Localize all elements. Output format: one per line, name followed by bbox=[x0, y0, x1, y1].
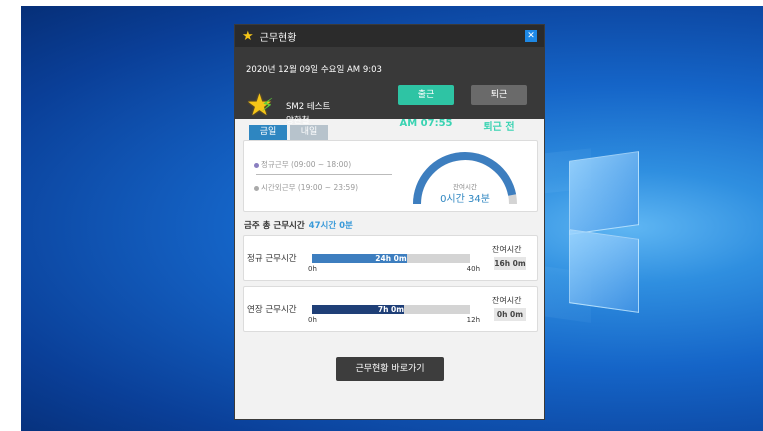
check-in-button[interactable]: 출근 bbox=[398, 85, 454, 105]
bar-label: 연장 근무시간 bbox=[247, 305, 297, 315]
divider bbox=[256, 174, 392, 175]
windows-logo bbox=[569, 151, 639, 313]
overtime-hours-card: 연장 근무시간 7h 0m 0h 12h 잔여시간 0h 0m bbox=[243, 286, 538, 332]
go-to-work-status-button[interactable]: 근무현황 바로가기 bbox=[336, 357, 444, 381]
star-icon: ★ bbox=[242, 28, 254, 44]
close-button[interactable]: ✕ bbox=[525, 30, 537, 42]
regular-hours-card: 정규 근무시간 24h 0m 0h 40h 잔여시간 16h 0m bbox=[243, 235, 538, 281]
progress-value: 24h 0m bbox=[375, 254, 407, 263]
overtime-schedule-text: 시간외근무 (19:00 ~ 23:59) bbox=[261, 183, 359, 192]
close-icon: ✕ bbox=[527, 31, 535, 41]
tick-min: 0h bbox=[308, 316, 317, 324]
company-name: SM2 테스트 bbox=[286, 102, 331, 112]
tab-today[interactable]: 금일 bbox=[249, 125, 287, 140]
bar-label: 정규 근무시간 bbox=[247, 254, 297, 264]
tick-max: 40h bbox=[466, 265, 480, 273]
regular-schedule-text: 정규근무 (09:00 ~ 18:00) bbox=[261, 160, 352, 169]
progress-track: 24h 0m bbox=[312, 254, 470, 263]
dot-icon bbox=[254, 185, 259, 191]
day-tabs: 금일 내일 bbox=[249, 125, 331, 140]
week-total: 금주 총 근무시간 47시간 0분 bbox=[244, 219, 353, 231]
tick-max: 12h bbox=[466, 316, 480, 324]
current-datetime: 2020년 12월 09일 수요일 AM 9:03 bbox=[246, 65, 382, 75]
bolt-icon: ⚡ bbox=[261, 95, 274, 116]
progress-track: 7h 0m bbox=[312, 305, 470, 314]
overtime-schedule: 시간외근무 (19:00 ~ 23:59) bbox=[254, 182, 358, 193]
progress-value: 7h 0m bbox=[377, 305, 405, 314]
remaining-value: 0시간 34분 bbox=[440, 194, 490, 205]
remaining-badge: 0h 0m bbox=[494, 308, 526, 321]
week-total-value: 47시간 0분 bbox=[308, 221, 353, 231]
content-area: 금일 내일 정규근무 (09:00 ~ 18:00) 시간외근무 (19:00 … bbox=[235, 119, 544, 419]
dot-icon bbox=[254, 162, 259, 168]
tick-min: 0h bbox=[308, 265, 317, 273]
regular-schedule: 정규근무 (09:00 ~ 18:00) bbox=[254, 159, 351, 170]
week-total-label: 금주 총 근무시간 bbox=[244, 221, 305, 231]
window-title: 근무현황 bbox=[259, 32, 297, 44]
remaining-badge: 16h 0m bbox=[494, 257, 526, 270]
tab-tomorrow[interactable]: 내일 bbox=[290, 125, 328, 140]
check-out-button[interactable]: 퇴근 bbox=[471, 85, 527, 105]
schedule-card: 정규근무 (09:00 ~ 18:00) 시간외근무 (19:00 ~ 23:5… bbox=[243, 140, 538, 212]
status-header: 2020년 12월 09일 수요일 AM 9:03 ★ ⚡ SM2 테스트 양환… bbox=[235, 47, 544, 133]
remaining-title: 잔여시간 bbox=[492, 296, 522, 305]
remaining-title: 잔여시간 bbox=[492, 245, 522, 254]
work-status-window: ★ 근무현황 ✕ 2020년 12월 09일 수요일 AM 9:03 ★ ⚡ S… bbox=[234, 24, 545, 420]
title-bar: ★ 근무현황 ✕ bbox=[235, 25, 544, 47]
